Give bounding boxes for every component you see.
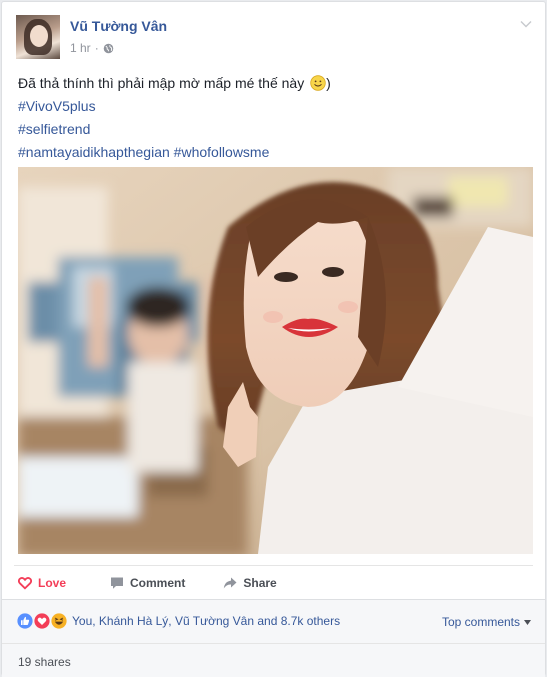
post-message-suffix: ) xyxy=(326,75,331,91)
post-body: Đã thả thính thì phải mập mờ mấp mé thế … xyxy=(18,72,518,164)
post-message-text: Đã thả thính thì phải mập mờ mấp mé thế … xyxy=(18,75,305,91)
meta-separator: · xyxy=(94,41,99,55)
haha-icon xyxy=(51,613,67,629)
selfie-photo-image xyxy=(18,167,533,554)
heart-icon xyxy=(18,577,32,590)
love-button[interactable]: Love xyxy=(18,576,66,590)
smiley-icon xyxy=(310,75,326,91)
hashtag-vivov5plus[interactable]: #VivoV5plus xyxy=(18,95,518,118)
post-message: Đã thả thính thì phải mập mờ mấp mé thế … xyxy=(18,72,518,95)
post-header: Vũ Tường Vân 1 hr · xyxy=(16,15,533,61)
comment-label: Comment xyxy=(130,576,186,590)
love-label: Love xyxy=(38,576,67,590)
post-time[interactable]: 1 hr xyxy=(70,41,91,55)
top-comments-dropdown[interactable]: Top comments xyxy=(442,615,531,629)
reaction-summary[interactable]: You, Khánh Hà Lý, Vũ Tường Vân and 8.7k … xyxy=(72,614,340,628)
share-label: Share xyxy=(243,576,277,590)
chevron-down-icon[interactable] xyxy=(519,17,533,31)
post-card: Vũ Tường Vân 1 hr · Đã thả thính thì phả… xyxy=(1,1,546,677)
comment-icon xyxy=(111,577,124,589)
top-comments-label: Top comments xyxy=(441,615,520,629)
action-bar: Love Comment Share xyxy=(2,568,545,598)
love-icon xyxy=(34,613,50,629)
caret-down-icon xyxy=(524,619,531,625)
author-name[interactable]: Vũ Tường Vân xyxy=(70,18,167,34)
divider-top xyxy=(14,565,533,566)
post-meta: 1 hr · xyxy=(70,41,114,55)
like-icon xyxy=(17,613,33,629)
hashtag-selfietrend[interactable]: #selfietrend xyxy=(18,118,518,141)
share-icon xyxy=(224,577,237,589)
avatar-face xyxy=(30,25,48,47)
shares-count[interactable]: 19 shares xyxy=(18,655,71,669)
share-button[interactable]: Share xyxy=(223,576,277,590)
reaction-icons[interactable] xyxy=(17,613,68,629)
comment-button[interactable]: Comment xyxy=(110,576,185,590)
shares-bar: 19 shares xyxy=(2,643,545,677)
post-photo[interactable] xyxy=(18,167,533,554)
avatar[interactable] xyxy=(16,15,60,59)
hashtag-namtayaidikhapthegian[interactable]: #namtayaidikhapthegian #whofollowsme xyxy=(18,141,518,164)
globe-icon[interactable] xyxy=(103,43,114,54)
reactions-bar: You, Khánh Hà Lý, Vũ Tường Vân and 8.7k … xyxy=(2,599,545,643)
